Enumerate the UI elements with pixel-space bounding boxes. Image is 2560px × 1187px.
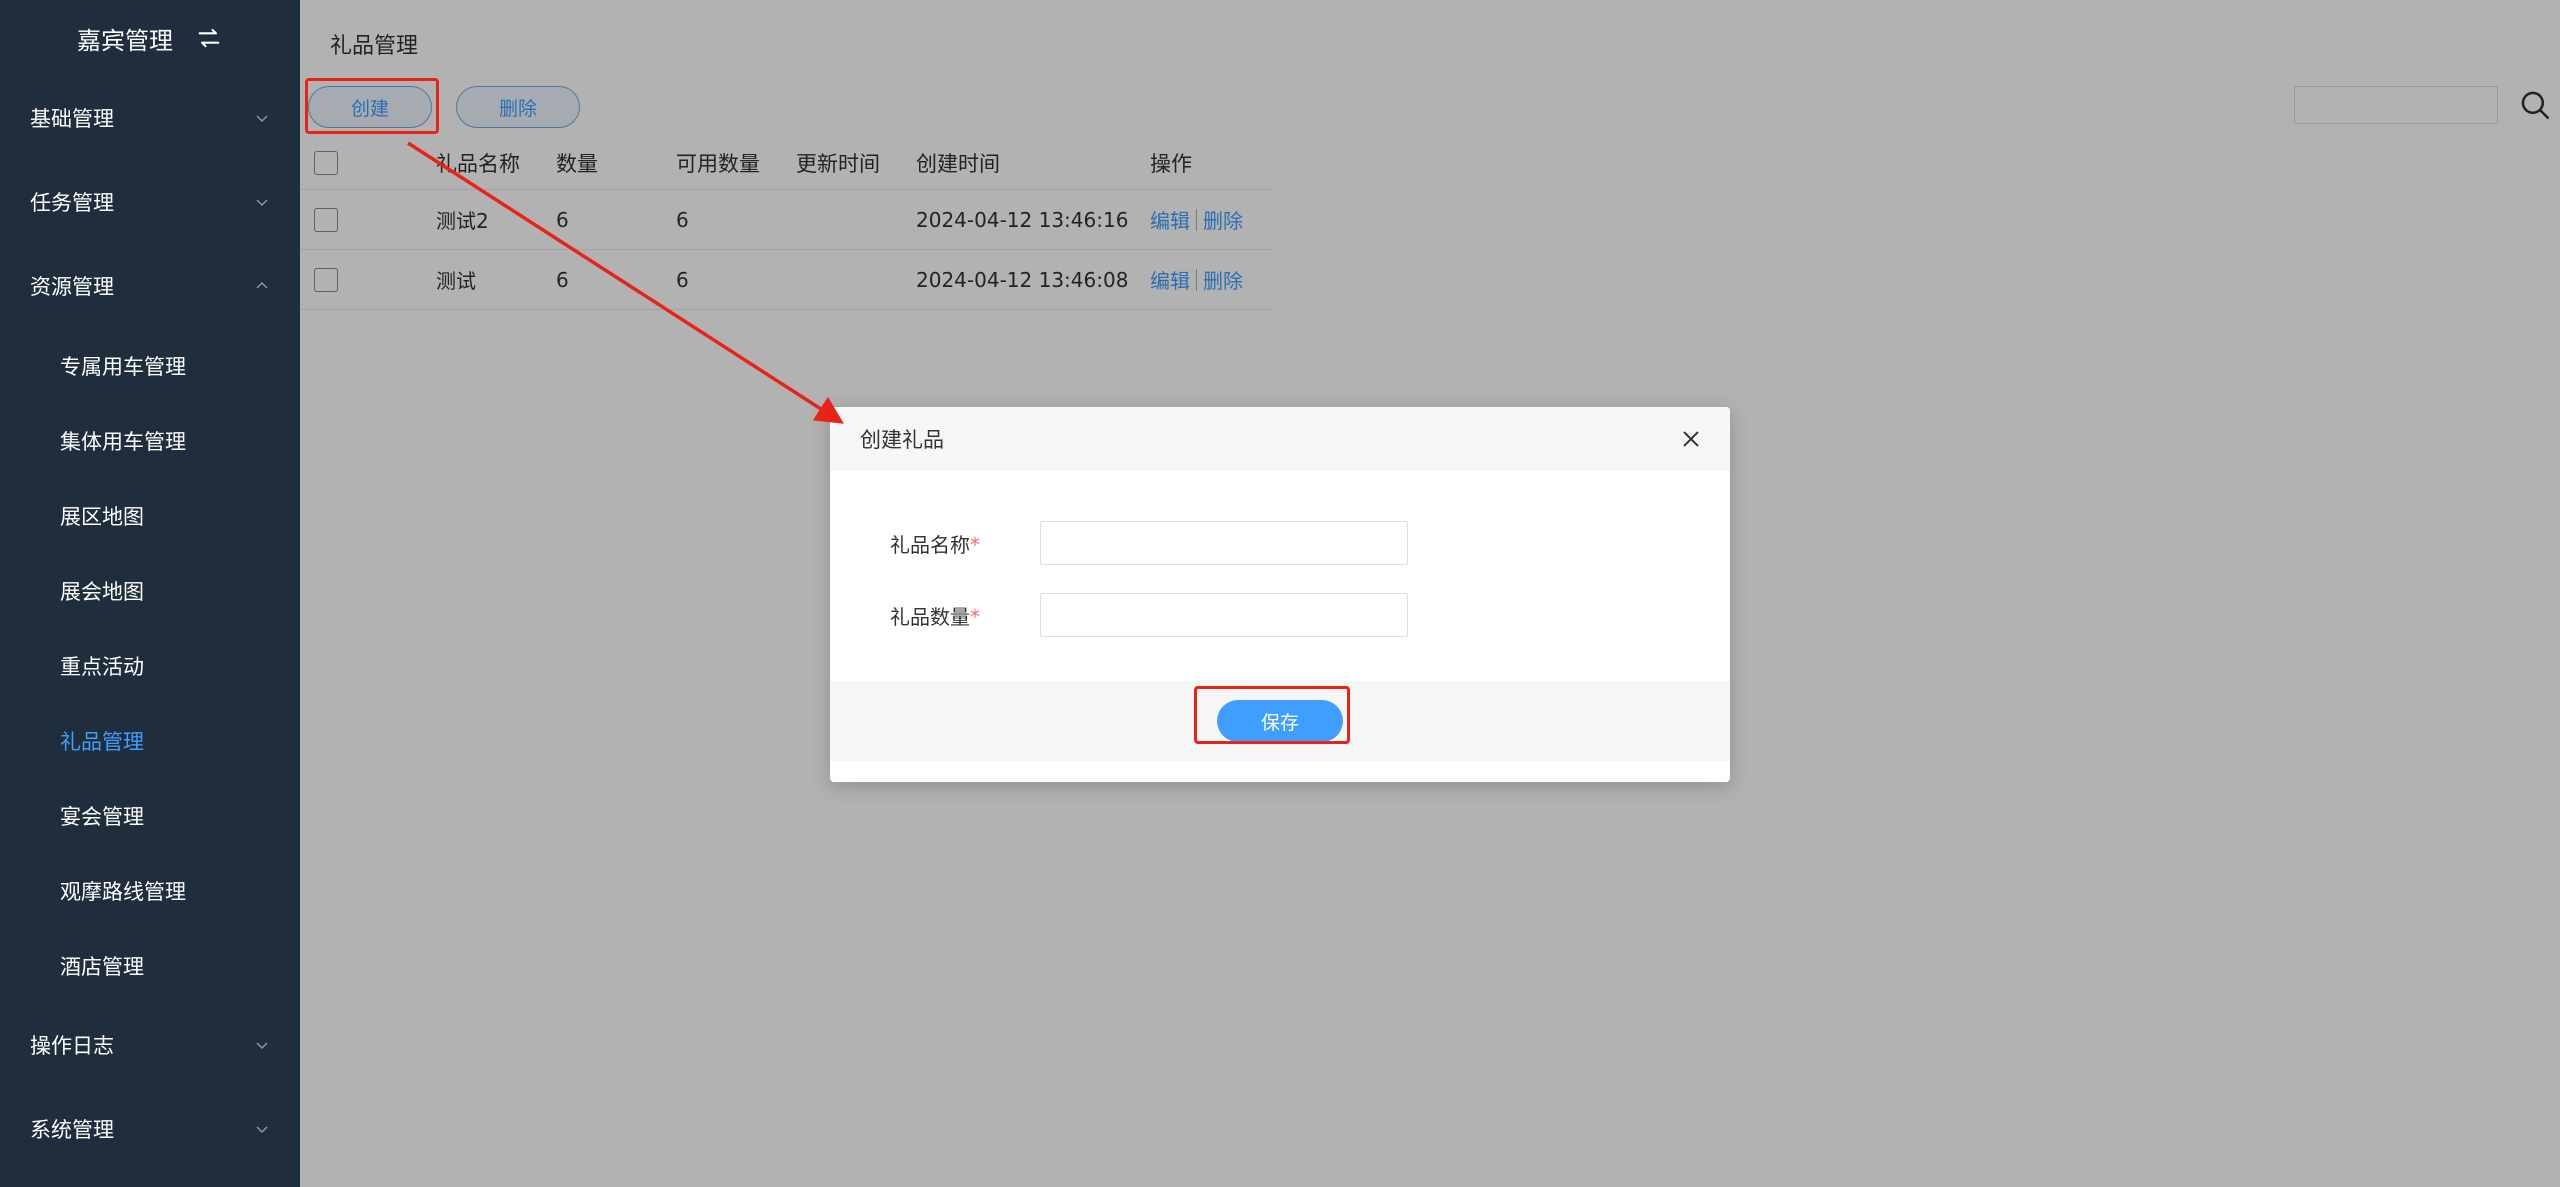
gift-name-label: 礼品名称* <box>890 532 980 557</box>
menu-group-label: 任务管理 <box>30 191 114 215</box>
close-icon[interactable] <box>1680 428 1702 450</box>
menu-group-task[interactable]: 任务管理 <box>0 160 300 244</box>
dialog-header: 创建礼品 <box>830 407 1730 471</box>
gift-name-field[interactable] <box>1040 521 1408 565</box>
annotation-highlight-create <box>305 78 439 134</box>
gift-qty-field[interactable] <box>1040 593 1408 637</box>
chevron-down-icon <box>256 1042 268 1050</box>
chevron-down-icon <box>256 199 268 207</box>
app-title: 嘉宾管理 <box>77 26 173 55</box>
toggle-sidebar-icon[interactable] <box>195 24 223 52</box>
required-mark: * <box>970 604 980 629</box>
menu-group-basic[interactable]: 基础管理 <box>0 76 300 160</box>
form-row-gift-qty: 礼品数量* <box>890 593 1408 637</box>
chevron-down-icon <box>256 1126 268 1134</box>
sidebar-item-hotel[interactable]: 酒店管理 <box>0 928 300 1003</box>
sidebar-item-gifts[interactable]: 礼品管理 <box>0 703 300 778</box>
menu-group-label: 操作日志 <box>30 1034 114 1058</box>
form-row-gift-name: 礼品名称* <box>890 521 1408 565</box>
chevron-down-icon <box>256 115 268 123</box>
gift-qty-label: 礼品数量* <box>890 604 980 629</box>
menu-group-system[interactable]: 系统管理 <box>0 1087 300 1171</box>
dialog-title: 创建礼品 <box>860 428 944 452</box>
required-mark: * <box>970 532 980 557</box>
sidebar-item-group-car[interactable]: 集体用车管理 <box>0 403 300 478</box>
sidebar-item-area-map[interactable]: 展区地图 <box>0 478 300 553</box>
menu-group-resource[interactable]: 资源管理 <box>0 244 300 328</box>
sidebar-item-exclusive-car[interactable]: 专属用车管理 <box>0 328 300 403</box>
menu-group-label: 资源管理 <box>30 275 114 299</box>
sidebar-item-tour-route[interactable]: 观摩路线管理 <box>0 853 300 928</box>
menu-group-logs[interactable]: 操作日志 <box>0 1003 300 1087</box>
sidebar-header: 嘉宾管理 <box>0 0 300 76</box>
menu-group-label: 系统管理 <box>30 1118 114 1142</box>
sidebar: 嘉宾管理 基础管理 任务管理 资源管理 专属用车管理 集体用车管理 展区地图 展… <box>0 0 300 1187</box>
sidebar-item-banquet[interactable]: 宴会管理 <box>0 778 300 853</box>
annotation-highlight-save <box>1194 686 1350 744</box>
dialog-body: 礼品名称* 礼品数量* <box>830 471 1730 681</box>
sidebar-item-key-events[interactable]: 重点活动 <box>0 628 300 703</box>
chevron-up-icon <box>256 281 268 289</box>
menu-group-label: 基础管理 <box>30 107 114 131</box>
sidebar-item-expo-map[interactable]: 展会地图 <box>0 553 300 628</box>
